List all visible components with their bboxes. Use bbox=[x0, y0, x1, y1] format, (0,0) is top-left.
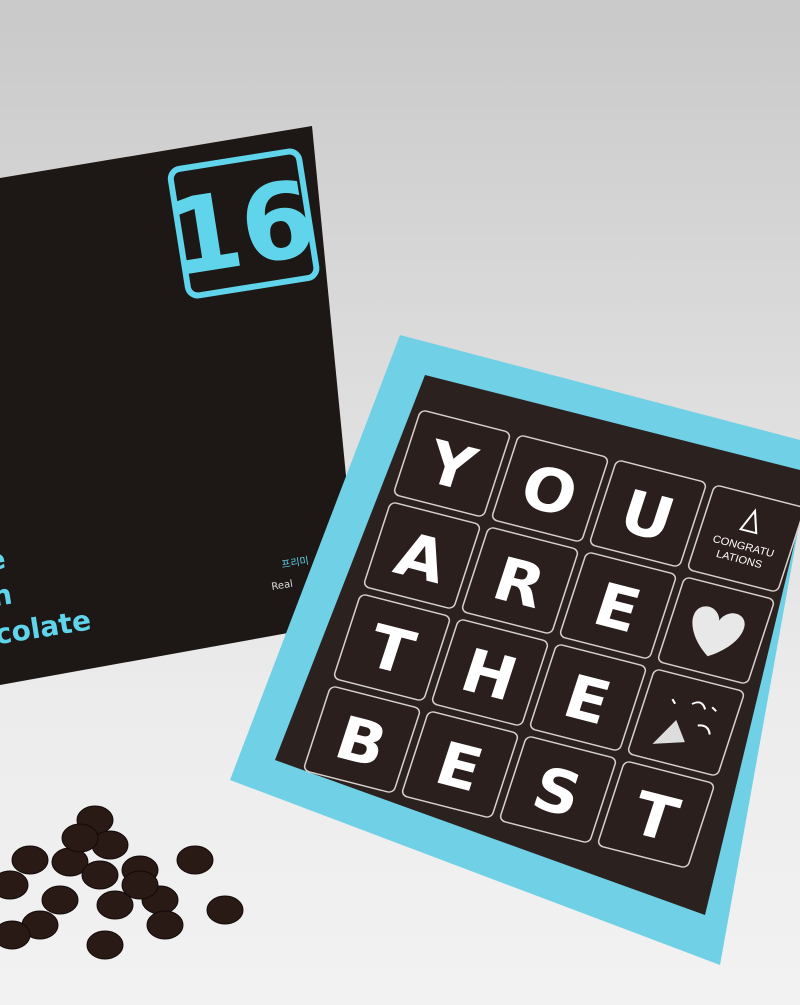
product-photo: 16 e n colate 프리미 Real Y O U CONGRATULATION… bbox=[0, 126, 800, 965]
chocolate-drop bbox=[0, 920, 31, 950]
chocolate-drop bbox=[81, 860, 119, 890]
chocolate-drop bbox=[121, 870, 159, 900]
chocolate-drop bbox=[206, 895, 244, 925]
chocolate-drop bbox=[0, 870, 29, 900]
chocolate-drop bbox=[176, 845, 214, 875]
logo-number: 16 bbox=[160, 157, 323, 300]
chocolate-drops bbox=[0, 805, 244, 960]
chocolate-drop bbox=[146, 910, 184, 940]
chocolate-drop bbox=[41, 885, 79, 915]
chocolate-drop bbox=[86, 930, 124, 960]
chocolate-drop bbox=[61, 823, 99, 853]
chocolate-drop bbox=[11, 845, 49, 875]
